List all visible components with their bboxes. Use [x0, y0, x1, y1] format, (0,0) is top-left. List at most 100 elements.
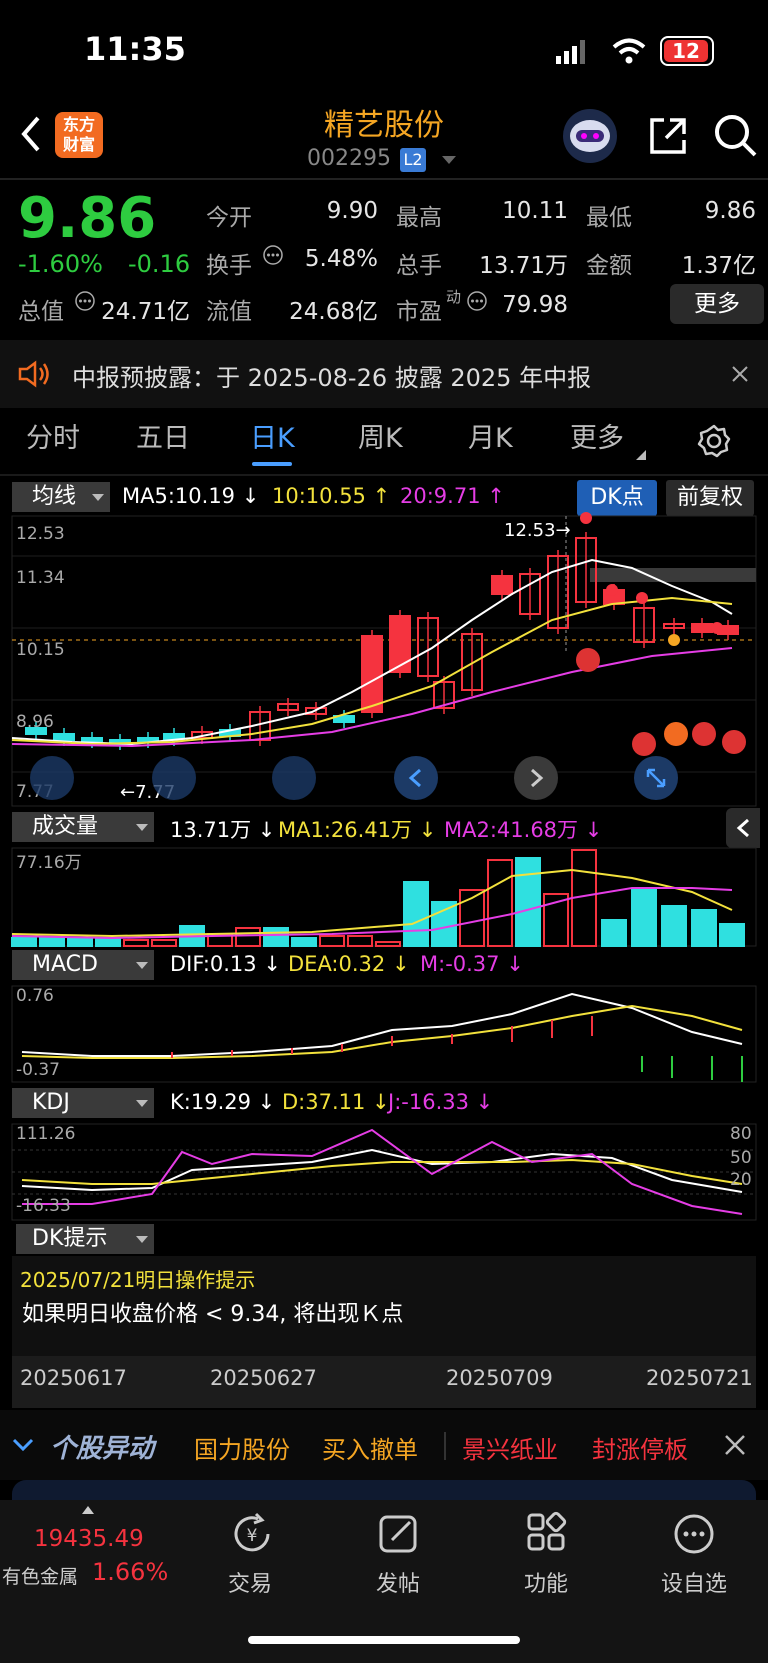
turnover-label: 换手: [206, 253, 252, 279]
macd-m: M:-0.37 ↓: [420, 952, 524, 976]
stock-alert-ticker[interactable]: 个股异动 国力股份 买入撤单 景兴纸业 封涨停板: [0, 1410, 768, 1480]
period-tabs: 分时 五日 日K 周K 月K 更多: [0, 416, 768, 476]
resistance-band: [590, 568, 756, 582]
volume-axis-top: 77.16万: [16, 853, 82, 873]
chart-zoom-out-button[interactable]: [152, 756, 196, 800]
active-tab-underline: [252, 462, 292, 466]
dropdown-triangle-icon: [636, 450, 646, 460]
chevron-down-icon[interactable]: [442, 156, 456, 164]
kdj-axis-bottom: -16.33: [16, 1196, 71, 1216]
triangle-up-icon: [82, 1506, 94, 1514]
volume-bar: [601, 919, 627, 947]
tab-intraday[interactable]: 分时: [26, 416, 80, 455]
tab-more[interactable]: 更多: [570, 416, 624, 455]
notice-banner[interactable]: 中报预披露：于 2025-08-26 披露 2025 年中报: [0, 340, 768, 408]
battery-level: 12: [664, 40, 708, 62]
pe-value: 79.98: [502, 292, 568, 318]
dk-dot: [606, 584, 618, 596]
more-button[interactable]: 更多: [670, 284, 764, 324]
dk-tip-date: 2025/07/21明日操作提示: [20, 1268, 256, 1292]
status-time: 11:35: [84, 30, 186, 68]
date-label: 20250721: [646, 1366, 753, 1390]
tab-weekly-k[interactable]: 周K: [358, 416, 403, 455]
dk-point-button[interactable]: DK点: [577, 480, 657, 516]
search-icon[interactable]: [714, 114, 758, 158]
kdj-j: J:-16.33 ↓: [388, 1090, 494, 1114]
close-icon[interactable]: [724, 1434, 746, 1456]
macd-indicator-select[interactable]: MACD: [12, 950, 154, 980]
volume-bar: [11, 937, 37, 947]
volume-bar: [67, 937, 93, 947]
apps-icon[interactable]: [526, 1511, 568, 1554]
ticker-item[interactable]: 封涨停板: [592, 1430, 688, 1465]
candle-body: [389, 615, 411, 673]
expand-icon: [646, 768, 666, 788]
wifi-icon: [612, 38, 646, 64]
ticker-item[interactable]: 景兴纸业: [462, 1430, 558, 1465]
dk-tip-text: 如果明日收盘价格 < 9.34, 将出现Ｋ点: [22, 1302, 404, 1327]
nav-watchlist[interactable]: 设自选: [644, 1566, 744, 1598]
volume-indicator-select[interactable]: 成交量: [12, 812, 154, 842]
mktcap-label: 总值: [18, 299, 64, 325]
date-label: 20250627: [210, 1366, 317, 1390]
signal-icon: [556, 40, 585, 64]
tab-monthly-k[interactable]: 月K: [468, 416, 513, 455]
share-icon[interactable]: [648, 116, 688, 156]
pe-label: 市盈: [396, 299, 442, 325]
more-circle-icon[interactable]: [672, 1512, 716, 1556]
info-dots-icon[interactable]: [74, 290, 96, 312]
nav-trade[interactable]: 交易: [200, 1566, 300, 1598]
chevron-down-icon[interactable]: [12, 1438, 34, 1452]
dk-tip-select[interactable]: DK提示: [16, 1224, 154, 1254]
pe-superscript: 动: [446, 288, 462, 306]
speaker-icon: [18, 360, 49, 388]
chart-start-button[interactable]: [30, 756, 74, 800]
notice-text: 中报预披露：于 2025-08-26 披露 2025 年中报: [72, 364, 592, 392]
ticker-item[interactable]: 买入撤单: [322, 1430, 418, 1465]
buy-signal-badge: [632, 732, 656, 756]
tab-five-day[interactable]: 五日: [136, 416, 190, 455]
dk-dot: [580, 512, 592, 524]
volume-chart[interactable]: [11, 847, 757, 947]
volume-bar: [263, 927, 289, 947]
macd-chart[interactable]: [11, 985, 757, 1083]
nav-post[interactable]: 发帖: [348, 1566, 448, 1598]
kdj-indicator-select[interactable]: KDJ: [12, 1088, 154, 1118]
mktcap-value: 24.71亿: [101, 299, 190, 325]
adjustment-button[interactable]: 前复权: [666, 480, 754, 516]
info-dots-icon[interactable]: [262, 244, 284, 266]
trade-icon[interactable]: ¥: [230, 1512, 274, 1556]
buy-signal-badge: [722, 730, 746, 754]
amount-value: 1.37亿: [681, 253, 756, 279]
date-label: 20250617: [20, 1366, 127, 1390]
chevron-down-icon: [136, 824, 148, 831]
open-label: 今开: [206, 205, 252, 231]
dk-dot: [668, 634, 680, 646]
buy-signal-badge: [692, 722, 716, 746]
svg-text:¥: ¥: [247, 1526, 258, 1546]
kdj-chart[interactable]: [11, 1123, 757, 1221]
nav-functions[interactable]: 功能: [496, 1566, 596, 1598]
low-label: 最低: [586, 205, 632, 231]
volume-bar: [631, 889, 657, 947]
volume-bar: [661, 905, 687, 947]
index-percent: 1.66%: [92, 1558, 169, 1586]
index-value[interactable]: 19435.49: [34, 1526, 144, 1552]
last-price: 9.86: [18, 186, 157, 251]
gear-icon[interactable]: [697, 424, 731, 458]
ticker-label: 个股异动: [50, 1434, 155, 1464]
robot-assistant-icon[interactable]: [562, 108, 618, 164]
tab-daily-k[interactable]: 日K: [250, 416, 295, 455]
chart-zoom-left-button[interactable]: [272, 756, 316, 800]
ma20-value: 20:9.71 ↑: [400, 484, 505, 508]
stock-code: 002295: [307, 146, 391, 171]
post-icon[interactable]: [378, 1512, 420, 1554]
price-axis-label: 11.34: [16, 568, 65, 588]
close-icon[interactable]: [732, 366, 748, 382]
macd-dea: DEA:0.32 ↓: [288, 952, 410, 976]
macd-axis-bottom: -0.37: [16, 1060, 60, 1080]
float-label: 流值: [206, 299, 252, 325]
info-dots-icon[interactable]: [466, 290, 488, 312]
level2-badge: L2: [400, 148, 426, 172]
ticker-item[interactable]: 国力股份: [194, 1430, 290, 1465]
